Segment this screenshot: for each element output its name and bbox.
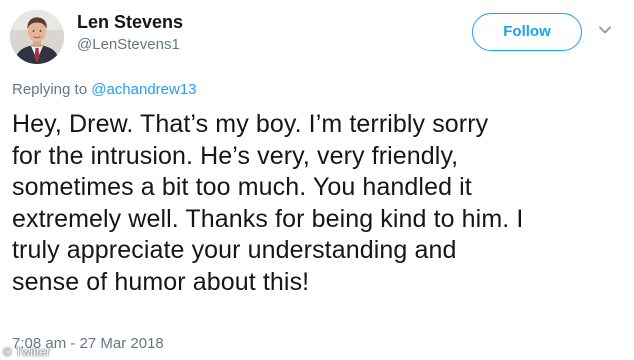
tweet-text-line: truly appreciate your understanding and: [12, 236, 457, 264]
reply-to-handle-link[interactable]: @achandrew13: [91, 81, 196, 98]
author-display-name[interactable]: Len Stevens: [77, 12, 183, 33]
avatar[interactable]: [10, 10, 64, 64]
tweet-text-line: for the intrusion. He’s very, very frien…: [12, 141, 459, 170]
twitter-watermark: © Twitter: [3, 345, 51, 359]
author-handle[interactable]: @LenStevens1: [77, 36, 180, 53]
tweet-text-line: extremely well. Thanks for being kind to…: [12, 204, 524, 233]
tweet-text-line: sense of humor about this!: [12, 267, 310, 296]
replying-to: Replying to @achandrew13: [12, 81, 197, 98]
follow-button[interactable]: Follow: [472, 13, 582, 51]
tweet-text: Hey, Drew. That’s my boy. I’m terribly s…: [12, 109, 627, 298]
tweet-text-line: Hey, Drew. That’s my boy. I’m terribly s…: [12, 110, 489, 138]
tweet-card: Len Stevens @LenStevens1 Follow Replying…: [0, 0, 634, 360]
profile-photo: [10, 10, 64, 64]
chevron-down-icon[interactable]: [599, 26, 611, 34]
replying-to-label: Replying to: [12, 81, 88, 98]
tweet-text-line: sometimes a bit too much. You handled it: [12, 173, 472, 201]
